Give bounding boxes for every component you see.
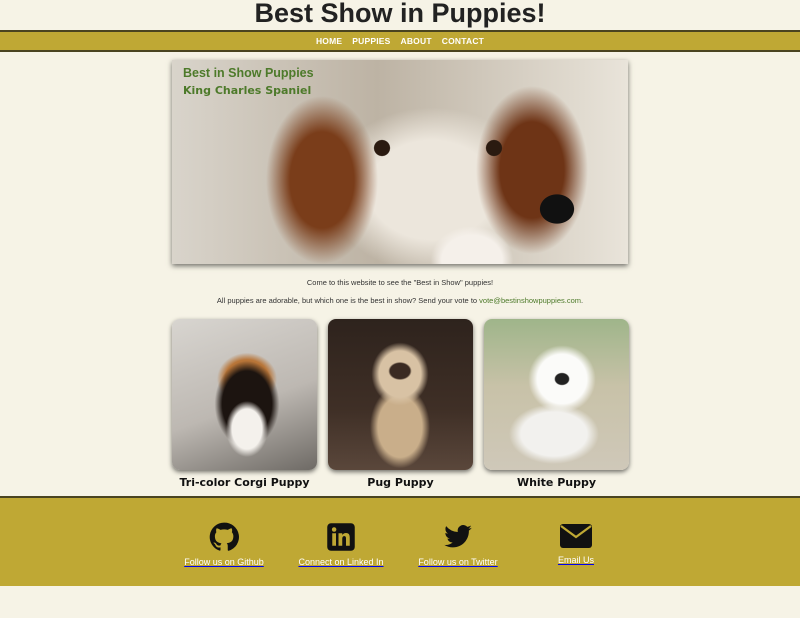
site-title: Best Show in Puppies! [254, 0, 546, 28]
nav-home[interactable]: HOME [316, 36, 342, 46]
footer: Follow us on Github Connect on Linked In… [0, 496, 800, 586]
hero-image: Best in Show Puppies King Charles Spanie… [172, 60, 628, 264]
white-puppy-photo [484, 319, 629, 470]
corgi-photo [172, 319, 317, 470]
vote-text: All puppies are adorable, but which one … [0, 296, 800, 305]
vote-email-link[interactable]: vote@bestinshowpuppies.com [479, 296, 581, 305]
hero-title: Best in Show Puppies [183, 66, 314, 80]
puppy-card-corgi: Tri-color Corgi Puppy [172, 319, 317, 489]
footer-github-link[interactable]: Follow us on Github [164, 522, 284, 567]
footer-label: Connect on Linked In [298, 557, 384, 567]
card-label: Tri-color Corgi Puppy [179, 476, 310, 489]
puppy-card-pug: Pug Puppy [328, 319, 473, 489]
footer-email-link[interactable]: Email Us [516, 522, 636, 565]
footer-twitter-link[interactable]: Follow us on Twitter [398, 522, 518, 567]
envelope-icon [560, 524, 592, 548]
nav-contact[interactable]: CONTACT [442, 36, 484, 46]
hero-subtitle: King Charles Spaniel [183, 84, 312, 97]
footer-label: Email Us [557, 555, 594, 565]
nav-puppies[interactable]: PUPPIES [352, 36, 390, 46]
footer-linkedin-link[interactable]: Connect on Linked In [281, 522, 401, 567]
github-icon [209, 522, 239, 551]
pug-photo [328, 319, 473, 470]
puppy-card-white: White Puppy [484, 319, 629, 489]
vote-prefix: All puppies are adorable, but which one … [216, 296, 480, 305]
card-label: White Puppy [516, 476, 597, 489]
vote-suffix: . [581, 296, 584, 305]
main-nav: HOME PUPPIES ABOUT CONTACT [0, 30, 800, 52]
footer-label: Follow us on Github [184, 557, 264, 567]
intro-text: Come to this website to see the "Best in… [306, 278, 494, 287]
card-label: Pug Puppy [367, 476, 434, 489]
linkedin-icon [327, 523, 355, 551]
twitter-icon [444, 525, 472, 548]
nav-about[interactable]: ABOUT [401, 36, 432, 46]
footer-label: Follow us on Twitter [418, 557, 498, 567]
